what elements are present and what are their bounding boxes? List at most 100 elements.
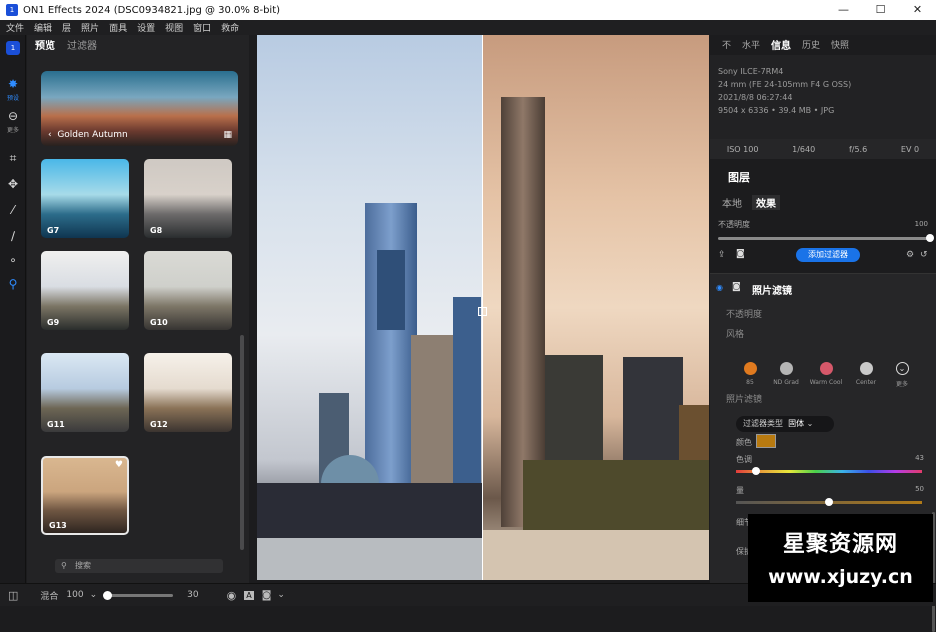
reset-icon[interactable]: ↺ [920,250,928,260]
bridge-before [257,483,483,538]
brush-icon[interactable]: ∕ [4,227,22,245]
tab-snapshots[interactable]: 快照 [831,38,849,51]
style-85[interactable]: 85 [730,362,770,386]
add-filter-button[interactable]: 添加过滤器 [796,248,860,262]
search-icon: ⚲ [61,561,67,570]
split-view-icon[interactable]: ◙ [262,590,272,601]
menu-file[interactable]: 文件 [6,21,24,34]
preset-search-input[interactable]: ⚲ 搜索 [55,559,223,573]
crop-icon[interactable]: ⌗ [4,149,22,167]
opacity-slider-knob[interactable] [926,234,934,242]
preset-thumb-g11[interactable]: G11 [41,353,129,432]
amount-label: 量 [736,486,744,495]
settings-gear-icon[interactable]: ⚙ [906,250,914,260]
presets-gear-icon[interactable]: ✸ [4,75,22,93]
filter-opacity-label: 不透明度 [726,310,763,320]
minimize-icon[interactable]: — [825,0,862,20]
favorite-heart-icon[interactable]: ♥ [115,460,123,470]
search-zoom-icon[interactable]: ⚲ [4,275,22,293]
menu-edit[interactable]: 编辑 [34,21,52,34]
zoom-slider[interactable] [103,590,174,600]
menu-help[interactable]: 救命 [221,21,239,34]
amount-slider[interactable] [736,498,922,506]
tab-presets[interactable]: 预览 [35,37,55,52]
tab-local[interactable]: 本地 [722,195,742,210]
presets-panel: 预览 过滤器 ‹ Golden Autumn ▦ G7 G8 G9 G10 G1… [27,35,249,583]
more-label: 更多 [6,127,19,134]
menu-mask[interactable]: 面具 [109,21,127,34]
filter-mask-icon[interactable]: ◙ [732,282,741,292]
style-warm-cool[interactable]: Warm Cool [806,362,846,386]
style-nd-grad[interactable]: ND Grad [766,362,806,386]
filter-type-dropdown[interactable]: 过滤器类型 固体 ⌄ [736,416,834,432]
mix-dropdown-icon[interactable]: ⌄ [90,590,98,600]
color-label: 颜色 [736,438,752,447]
image-canvas[interactable] [257,35,709,580]
style-center[interactable]: Center [846,362,886,386]
export-icon[interactable]: ⇪ [718,250,726,260]
maximize-icon[interactable]: ☐ [862,0,899,20]
tab-history[interactable]: 历史 [802,38,820,51]
panel-toggle-icon[interactable]: ◫ [8,589,18,602]
amount-slider-knob[interactable] [825,498,833,506]
compare-a-icon[interactable]: A [244,590,254,600]
opacity-label: 不透明度 [718,220,750,229]
mask-icon[interactable]: ◙ [736,249,745,259]
left-toolbar: 1 ✸ 预设 ⊖ 更多 ⌗ ✥ ⁄ ∕ ∘ ⚲ [0,35,26,583]
exif-row: ISO 100 1/640 f/5.6 EV 0 [710,139,936,159]
tower-before-top [377,250,405,330]
ev-value: EV 0 [900,144,920,154]
info-tabs: 不 水平 信息 历史 快照 [710,35,936,53]
tab-filters[interactable]: 过滤器 [67,37,97,52]
preset-thumb-g10[interactable]: G10 [144,251,232,330]
preset-thumb-g9[interactable]: G9 [41,251,129,330]
view-dropdown-icon[interactable]: ⌄ [277,590,285,600]
grid-view-icon[interactable]: ▦ [223,130,232,140]
hue-slider-knob[interactable] [752,467,761,475]
mix-label: 混合 [40,591,59,602]
preview-eye-icon[interactable]: ◉ [227,589,237,602]
hue-slider[interactable] [736,467,922,475]
tower-before [365,203,417,503]
right-panel: 不 水平 信息 历史 快照 Sony ILCE-7RM4 24 mm (FE 2… [710,35,936,632]
before-image [257,35,483,580]
iso-value: ISO 100 [726,144,759,154]
move-icon[interactable]: ✥ [4,175,22,193]
preset-thumb-g8[interactable]: G8 [144,159,232,238]
tab-effects[interactable]: 效果 [752,195,780,210]
preset-thumb-g13[interactable]: G13 ♥ [41,456,129,535]
preset-thumb-g12[interactable]: G12 [144,353,232,432]
zoom-value: 30 [187,590,199,600]
menu-window[interactable]: 窗口 [193,21,211,34]
filter-visibility-icon[interactable]: ◉ [716,283,723,292]
chevron-down-icon: ⌄ [895,362,909,375]
tab-info[interactable]: 信息 [771,37,791,52]
compare-split-handle[interactable] [478,307,487,316]
preset-thumb-g7[interactable]: G7 [41,159,129,238]
mix-value[interactable]: 100 [66,590,83,600]
retouch-icon[interactable]: ∘ [4,251,22,269]
on1-logo-icon: 1 [6,41,20,55]
color-swatch[interactable] [756,434,776,448]
preset-scrollbar[interactable] [240,335,244,550]
style-more[interactable]: ⌄ 更多 [882,362,922,388]
zoom-slider-knob[interactable] [103,590,113,600]
tab-levels[interactable]: 水平 [742,38,760,51]
category-banner[interactable]: ‹ Golden Autumn ▦ [41,71,238,146]
menu-photo[interactable]: 照片 [81,21,99,34]
spire-before [411,335,455,505]
more-icon[interactable]: ⊖ [4,107,22,125]
camera-model: Sony ILCE-7RM4 [718,67,784,76]
style-nd-grad-swatch [779,362,793,375]
hue-label: 色调 [736,455,752,464]
photo-filter-section-label: 照片滤镜 [726,395,763,405]
layer-tabs: 本地 效果 [722,195,790,210]
lens-info: 24 mm (FE 24-105mm F4 G OSS) [718,80,852,89]
menu-layer[interactable]: 层 [62,21,71,34]
tab-navigator[interactable]: 不 [722,38,731,51]
menu-settings[interactable]: 设置 [137,21,155,34]
menu-view[interactable]: 视图 [165,21,183,34]
close-icon[interactable]: ✕ [899,0,936,20]
opacity-slider[interactable] [718,234,934,242]
magic-wand-icon[interactable]: ⁄ [4,201,22,219]
